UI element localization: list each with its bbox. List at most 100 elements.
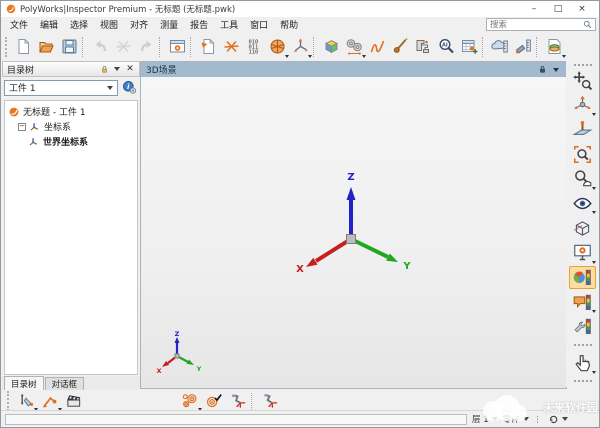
colormap-annotation-icon	[572, 292, 593, 313]
gauge-discs-icon	[345, 37, 364, 56]
numeric-readout-icon: 010011110	[245, 37, 264, 56]
arm-axes-2-button[interactable]	[258, 391, 282, 412]
colormap-sphere-button[interactable]	[569, 266, 596, 290]
workspace-options-icon	[168, 37, 187, 56]
probe-pen-icon	[391, 37, 410, 56]
pin-lock-icon[interactable]	[99, 64, 109, 74]
part-select[interactable]: 零件	[503, 413, 529, 425]
table-add-icon	[460, 37, 479, 56]
tree-view-panel: 目录树 ✕ 工件 1 i 无标题 - 工件 1−坐标系世界坐标系 目录	[2, 61, 140, 390]
report-layers-button[interactable]	[543, 34, 566, 59]
axes-small-icon	[29, 121, 41, 133]
tree-row[interactable]: 世界坐标系	[5, 134, 137, 149]
table-add-button[interactable]	[458, 34, 481, 59]
scene-pin-lock-icon[interactable]	[537, 65, 547, 75]
scene-3d-header[interactable]: 3D场景	[141, 62, 566, 77]
numeric-readout-button[interactable]: 010011110	[243, 34, 266, 59]
menu-10[interactable]: 帮助	[274, 17, 304, 32]
probe-plane-button[interactable]	[569, 118, 596, 142]
search-input[interactable]	[490, 20, 583, 30]
close-button[interactable]: ×	[570, 2, 594, 17]
pointer-hand-button[interactable]	[569, 351, 596, 375]
tab-1[interactable]: 目录树	[4, 376, 44, 390]
dropdown-arrow-icon[interactable]	[592, 261, 596, 264]
polyworks-logo-icon	[6, 4, 16, 14]
target-check-icon	[205, 392, 223, 410]
status-overflow-icon[interactable]: ⋮	[534, 415, 543, 424]
probe-pen-button[interactable]	[389, 34, 412, 59]
target-check-button[interactable]	[202, 391, 226, 412]
probe-angle-icon	[41, 392, 59, 410]
menu-4[interactable]: 视图	[94, 17, 124, 32]
tab-2[interactable]: 对话框	[45, 377, 85, 390]
probe-pin-button[interactable]	[14, 391, 38, 412]
layer-select[interactable]: 层 1	[472, 413, 498, 425]
spray-gauge-button[interactable]	[512, 34, 535, 59]
zoom-hand-icon	[572, 168, 593, 189]
axis-label-y: Y	[402, 261, 411, 272]
cloud-gauge-button[interactable]	[489, 34, 512, 59]
menu-1[interactable]: 文件	[4, 17, 34, 32]
menu-5[interactable]: 对齐	[124, 17, 154, 32]
undo-button	[89, 34, 112, 59]
menu-3[interactable]: 选择	[64, 17, 94, 32]
open-file-button[interactable]	[35, 34, 58, 59]
dropdown-arrow-icon[interactable]	[562, 55, 566, 58]
tree-row[interactable]: −坐标系	[5, 119, 137, 134]
sequence-clapper-button[interactable]	[62, 391, 86, 412]
target-gears-button[interactable]	[178, 391, 202, 412]
menu-8[interactable]: 工具	[214, 17, 244, 32]
colormap-annotation-button[interactable]	[569, 290, 596, 314]
window-title: PolyWorks|Inspector Premium - 无标题 (无标题.p…	[20, 3, 235, 15]
zoom-frame-button[interactable]	[569, 142, 596, 166]
maximize-button[interactable]: □	[546, 2, 570, 17]
workpiece-select[interactable]: 工件 1	[4, 80, 118, 96]
refresh-button[interactable]	[548, 414, 568, 425]
clipping-cube-button[interactable]	[569, 216, 596, 240]
toolbar-drag-handle[interactable]	[7, 391, 12, 411]
dropdown-arrow-icon[interactable]	[592, 211, 596, 214]
scene-3d-canvas[interactable]: ZXY ZXY	[141, 77, 566, 388]
workspace-options-button[interactable]	[166, 34, 189, 59]
tree-expander-icon[interactable]: −	[18, 123, 26, 131]
save-file-button[interactable]	[58, 34, 81, 59]
display-options-button[interactable]	[569, 241, 596, 265]
minimize-button[interactable]: –	[522, 2, 546, 17]
panel-menu-chevron-down-icon[interactable]	[112, 64, 122, 74]
visibility-eye-button[interactable]	[569, 192, 596, 216]
toolbar-drag-handle[interactable]	[5, 37, 10, 57]
tree-row[interactable]: 无标题 - 工件 1	[5, 104, 137, 119]
probe-angle-button[interactable]	[38, 391, 62, 412]
gauge-discs-button[interactable]	[343, 34, 366, 59]
surface-sphere-button[interactable]	[266, 34, 289, 59]
menu-2[interactable]: 编辑	[34, 17, 64, 32]
arm-axes-button[interactable]	[226, 391, 250, 412]
ai-magnifier-button[interactable]: AI	[435, 34, 458, 59]
origin-cube	[175, 354, 179, 358]
dropdown-arrow-icon[interactable]	[592, 113, 596, 116]
menu-6[interactable]: 测量	[154, 17, 184, 32]
workpiece-info-button[interactable]: i	[121, 79, 138, 96]
cmm-machine-button[interactable]	[412, 34, 435, 59]
menu-9[interactable]: 窗口	[244, 17, 274, 32]
open-file-icon	[37, 37, 56, 56]
colormap-wrench-button[interactable]	[569, 315, 596, 339]
panel-close-icon[interactable]: ✕	[125, 64, 135, 74]
dropdown-arrow-icon[interactable]	[592, 187, 596, 190]
curve-comparison-button[interactable]	[366, 34, 389, 59]
dropdown-arrow-icon[interactable]	[592, 310, 596, 313]
axis-probe-button[interactable]	[289, 34, 312, 59]
align-star-button[interactable]	[220, 34, 243, 59]
bounding-box-button[interactable]	[320, 34, 343, 59]
toolbar-drag-handle[interactable]	[574, 64, 592, 66]
import-data-button[interactable]	[197, 34, 220, 59]
rotate-center-button[interactable]	[569, 93, 596, 117]
pan-zoom-rotate-button[interactable]	[569, 69, 596, 93]
search-box[interactable]	[486, 18, 596, 31]
new-file-button[interactable]	[12, 34, 35, 59]
menu-7[interactable]: 报告	[184, 17, 214, 32]
dropdown-arrow-icon[interactable]	[592, 371, 596, 374]
scene-menu-chevron-down-icon[interactable]	[551, 65, 561, 75]
dropdown-arrow-icon[interactable]	[308, 55, 312, 58]
zoom-hand-button[interactable]	[569, 167, 596, 191]
